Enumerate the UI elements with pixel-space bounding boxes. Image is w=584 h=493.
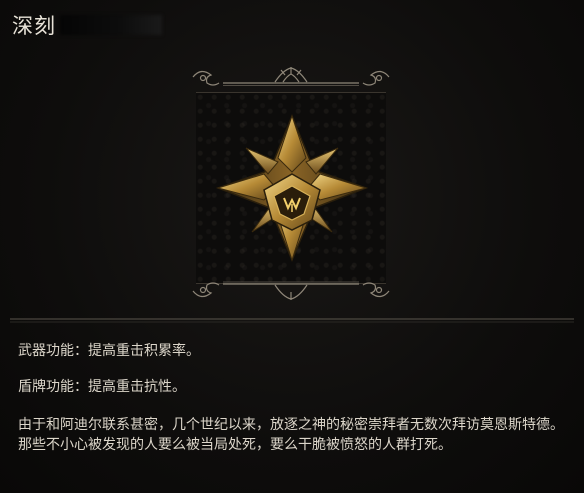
weapon-function-text: 武器功能：提高重击积累率。 bbox=[18, 343, 200, 359]
title-bar: 深刻 bbox=[0, 0, 584, 44]
section-divider bbox=[10, 318, 574, 323]
lore-text: 由于和阿迪尔联系甚密，几个世纪以来，放逐之神的秘密崇拜者无数次拜访莫恩斯特德。那… bbox=[18, 417, 564, 453]
item-title: 深刻 bbox=[12, 14, 56, 38]
golden-star-emblem-icon bbox=[216, 114, 368, 262]
title-redaction bbox=[60, 15, 162, 35]
top-ornament-icon bbox=[192, 67, 390, 86]
item-tooltip-panel: 深刻 武器功能：提高重击积累率。 盾牌功能：提高重击抗性。 由于和阿迪尔联系甚密… bbox=[0, 0, 584, 493]
shield-function-text: 盾牌功能：提高重击抗性。 bbox=[18, 379, 186, 395]
bottom-ornament-icon bbox=[192, 281, 390, 300]
